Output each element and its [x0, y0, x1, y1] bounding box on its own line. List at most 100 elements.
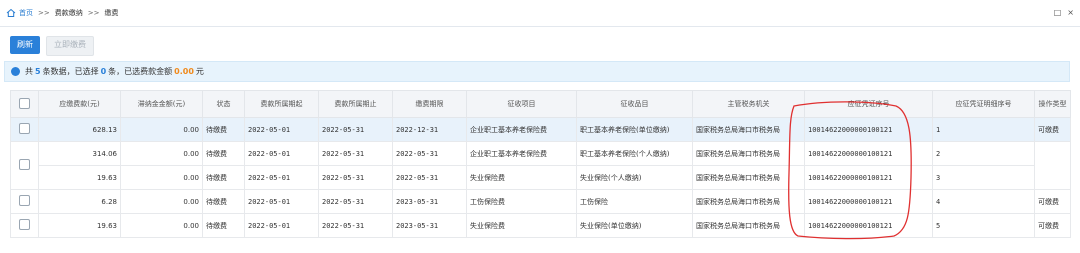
column-header[interactable]: 征收项目 [466, 90, 577, 118]
column-header[interactable]: 操作类型 [1034, 90, 1071, 118]
summary-total-count: 5 [35, 67, 41, 76]
toolbar: 刷新 立即缴费 [10, 36, 94, 56]
period-start-cell: 2022-05-01 [244, 141, 319, 166]
row-select-cell[interactable] [10, 117, 39, 142]
info-icon [11, 67, 20, 76]
summary-text-1: 条数据，已选择 [42, 67, 99, 76]
select-all-header[interactable] [10, 90, 39, 118]
refresh-button[interactable]: 刷新 [10, 36, 40, 54]
status-cell: 待缴费 [202, 213, 245, 238]
period-end-cell: 2022-05-31 [318, 165, 393, 190]
voucher-cell: 10014622000000100121 [804, 189, 933, 214]
home-icon [6, 8, 16, 17]
select-all-checkbox[interactable] [19, 97, 30, 109]
column-header[interactable]: 缴费期限 [392, 90, 467, 118]
column-header[interactable]: 应征凭证序号 [804, 90, 933, 118]
period-start-cell: 2022-05-01 [244, 213, 319, 238]
table-row[interactable]: 314.06 0.00 待缴费 2022-05-01 2022-05-31 20… [10, 141, 1071, 190]
breadcrumb-separator: >> [87, 9, 100, 17]
deadline-cell: 2023-05-31 [392, 189, 467, 214]
voucher-cell: 10014622000000100121 [804, 141, 933, 166]
late-fee-cell: 0.00 [120, 213, 203, 238]
column-header[interactable]: 主管税务机关 [692, 90, 805, 118]
table-row[interactable]: 6.28 0.00 待缴费 2022-05-01 2022-05-31 2023… [10, 189, 1071, 214]
amount-cell: 6.28 [38, 189, 121, 214]
row-checkbox[interactable] [19, 219, 30, 230]
operation-cell[interactable]: 可缴费 [1034, 189, 1071, 214]
column-header[interactable]: 费款所属期止 [318, 90, 393, 118]
column-header[interactable]: 状态 [202, 90, 245, 118]
breadcrumb: 首页 >> 费款缴纳 >> 缴费 [6, 8, 118, 18]
column-header[interactable]: 费款所属期起 [244, 90, 319, 118]
pay-now-button[interactable]: 立即缴费 [46, 36, 94, 56]
authority-cell: 国家税务总局海口市税务局 [692, 141, 805, 166]
breadcrumb-home-link[interactable]: 首页 [19, 8, 33, 18]
period-start-cell: 2022-05-01 [244, 165, 319, 190]
row-select-cell[interactable] [10, 189, 39, 214]
status-cell: 待缴费 [202, 117, 245, 142]
row-select-cell[interactable] [10, 213, 39, 238]
window-controls: □ × [1054, 8, 1074, 17]
category-cell: 失业保险(单位缴纳) [576, 213, 693, 238]
status-cell: 待缴费 [202, 165, 245, 190]
period-start-cell: 2022-05-01 [244, 117, 319, 142]
breadcrumb-level2[interactable]: 费款缴纳 [55, 8, 83, 18]
category-cell: 失业保险(个人缴纳) [576, 165, 693, 190]
category-cell: 职工基本养老保险(单位缴纳) [576, 117, 693, 142]
table-row[interactable]: 19.63 0.00 待缴费 2022-05-01 2022-05-31 202… [11, 165, 1071, 190]
deadline-cell: 2022-12-31 [392, 117, 467, 142]
item-cell: 企业职工基本养老保险费 [466, 117, 577, 142]
row-checkbox[interactable] [19, 159, 30, 170]
summary-text-2: 条，已选费款金额 [108, 67, 173, 76]
table-header-row: 应缴费款(元) 滞纳金金额(元) 状态 费款所属期起 费款所属期止 缴费期限 征… [10, 90, 1071, 118]
row-checkbox[interactable] [19, 123, 30, 134]
summary-unit: 元 [195, 67, 204, 76]
voucher-cell: 10014622000000100121 [804, 165, 933, 190]
row-select-cell[interactable] [10, 141, 39, 190]
column-header[interactable]: 应缴费款(元) [38, 90, 121, 118]
breadcrumb-current: 缴费 [104, 9, 119, 17]
late-fee-cell: 0.00 [120, 141, 203, 166]
detail-cell: 3 [932, 165, 1035, 190]
category-cell: 职工基本养老保险(个人缴纳) [576, 141, 693, 166]
restore-icon[interactable]: □ [1054, 8, 1062, 17]
detail-cell: 5 [932, 213, 1035, 238]
payment-table: 应缴费款(元) 滞纳金金额(元) 状态 费款所属期起 费款所属期止 缴费期限 征… [10, 90, 1071, 238]
amount-cell: 19.63 [38, 165, 121, 190]
authority-cell: 国家税务总局海口市税务局 [692, 189, 805, 214]
period-start-cell: 2022-05-01 [244, 189, 319, 214]
column-header[interactable]: 征收品目 [576, 90, 693, 118]
summary-prefix: 共 [25, 67, 33, 76]
authority-cell: 国家税务总局海口市税务局 [692, 213, 805, 238]
period-end-cell: 2022-05-31 [318, 117, 393, 142]
close-icon[interactable]: × [1067, 8, 1074, 17]
late-fee-cell: 0.00 [120, 117, 203, 142]
breadcrumb-separator: >> [38, 9, 50, 17]
voucher-cell: 10014622000000100121 [804, 117, 933, 142]
item-cell: 工伤保险费 [466, 189, 577, 214]
table-row[interactable]: 19.63 0.00 待缴费 2022-05-01 2022-05-31 202… [10, 213, 1071, 238]
deadline-cell: 2022-05-31 [392, 141, 467, 166]
column-header[interactable]: 应征凭证明细序号 [932, 90, 1035, 118]
item-cell: 失业保险费 [466, 165, 577, 190]
period-end-cell: 2022-05-31 [318, 189, 393, 214]
detail-cell: 4 [932, 189, 1035, 214]
column-header[interactable]: 滞纳金金额(元) [120, 90, 203, 118]
summary-selected-count: 0 [100, 67, 107, 76]
detail-cell: 1 [932, 117, 1035, 142]
detail-cell: 2 [932, 141, 1035, 166]
item-cell: 失业保险费 [466, 213, 577, 238]
authority-cell: 国家税务总局海口市税务局 [692, 165, 805, 190]
operation-cell[interactable]: 可缴费 [1034, 117, 1071, 142]
operation-cell[interactable] [1034, 141, 1071, 190]
row-checkbox[interactable] [19, 195, 30, 206]
summary-bar: 共 5 条数据，已选择 0 条，已选费款金额 0.00 元 [4, 61, 1070, 82]
authority-cell: 国家税务总局海口市税务局 [692, 117, 805, 142]
summary-amount: 0.00 [174, 67, 194, 76]
operation-cell[interactable]: 可缴费 [1034, 213, 1071, 238]
table-row[interactable]: 628.13 0.00 待缴费 2022-05-01 2022-05-31 20… [10, 117, 1071, 142]
period-end-cell: 2022-05-31 [318, 141, 393, 166]
status-cell: 待缴费 [202, 141, 245, 166]
amount-cell: 314.06 [38, 141, 121, 166]
late-fee-cell: 0.00 [120, 165, 203, 190]
